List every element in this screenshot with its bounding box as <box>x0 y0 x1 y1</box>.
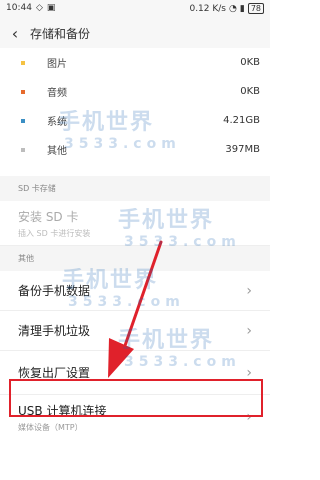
storage-item-size: 397MB <box>225 144 260 155</box>
storage-item-pictures: 图片 0KB <box>0 48 270 77</box>
storage-item-system: 系统 4.21GB <box>0 106 270 135</box>
pictures-color-dot <box>21 60 25 65</box>
storage-item-label: 其他 <box>47 146 67 157</box>
storage-item-size: 0KB <box>240 86 260 97</box>
row-title: 备份手机数据 <box>18 284 91 298</box>
back-arrow-icon[interactable]: ‹ <box>0 24 30 43</box>
network-speed: 0.12 K/s <box>189 3 226 14</box>
backup-phone-data-row[interactable]: 备份手机数据 › <box>0 271 270 311</box>
storage-item-label: 系统 <box>47 117 67 128</box>
status-time: 10:44 <box>6 3 32 13</box>
status-bar: 10:44 ◇ ▣ 0.12 K/s ◔ ▮ 78 <box>0 0 270 18</box>
clean-phone-junk-row[interactable]: 清理手机垃圾 › <box>0 311 270 351</box>
storage-item-label: 音频 <box>47 88 67 99</box>
battery-icon: 78 <box>247 3 264 14</box>
row-title: 安装 SD 卡 <box>18 209 79 224</box>
chevron-right-icon: › <box>246 282 252 299</box>
factory-reset-highlight-box <box>9 379 263 417</box>
row-subtitle: 插入 SD 卡进行安装 <box>18 228 91 238</box>
app-bar: ‹ 存储和备份 <box>0 18 270 48</box>
system-color-dot <box>21 118 25 123</box>
status-left: 10:44 ◇ ▣ <box>6 3 55 13</box>
row-subtitle: 媒体设备（MTP） <box>18 422 83 432</box>
signal-icon: ▮ <box>239 3 245 14</box>
section-header-sd-card: SD 卡存储 <box>0 176 270 201</box>
notification-icon: ◇ <box>35 3 43 13</box>
storage-item-audio: 音频 0KB <box>0 77 270 106</box>
storage-item-size: 4.21GB <box>223 115 260 126</box>
wifi-icon: ◔ <box>229 3 237 14</box>
row-title: 清理手机垃圾 <box>18 324 91 338</box>
storage-item-other: 其他 397MB <box>0 135 270 164</box>
install-sd-card-row: 安装 SD 卡 插入 SD 卡进行安装 <box>0 201 270 246</box>
section-header-other: 其他 <box>0 246 270 271</box>
storage-item-label: 图片 <box>47 59 67 70</box>
chevron-right-icon: › <box>246 322 252 339</box>
other-color-dot <box>21 147 25 152</box>
page-title: 存储和备份 <box>30 26 91 41</box>
status-right: 0.12 K/s ◔ ▮ 78 <box>189 3 264 14</box>
storage-item-size: 0KB <box>240 57 260 68</box>
message-icon: ▣ <box>46 3 56 13</box>
audio-color-dot <box>21 89 25 94</box>
